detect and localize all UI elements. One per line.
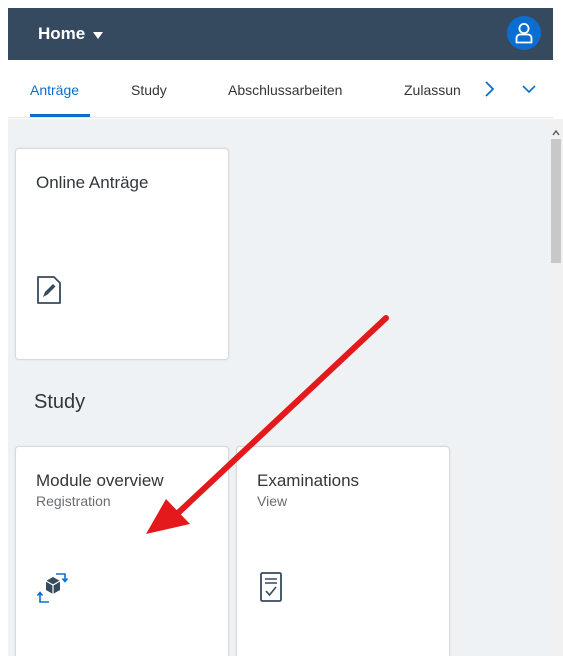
- chevron-down-icon[interactable]: [521, 82, 537, 100]
- module-overview-tile[interactable]: Module overview Registration: [15, 446, 229, 656]
- examinations-tile[interactable]: Examinations View: [236, 446, 450, 656]
- tile-title: Online Anträge: [36, 173, 149, 192]
- anchor-tab-bar: Anträge Study Abschlussarbeiten Zulassun: [8, 60, 553, 118]
- tile-subtitle: View: [257, 493, 288, 509]
- tab-abschlussarbeiten[interactable]: Abschlussarbeiten: [228, 82, 342, 98]
- launchpad-content: Online Anträge Study Module overview Reg…: [8, 119, 549, 656]
- shell-bar: Home: [8, 8, 553, 60]
- tab-zulassung[interactable]: Zulassun: [404, 82, 476, 98]
- chevron-right-icon[interactable]: [484, 79, 496, 104]
- tile-title: Module overview: [36, 471, 164, 490]
- window-frame: Home Anträge Study Abschlussarbeiten Zul…: [0, 0, 563, 656]
- tile-subtitle: Registration: [36, 493, 111, 509]
- user-icon: [515, 23, 533, 44]
- active-tab-indicator: [30, 114, 90, 117]
- vertical-scrollbar[interactable]: [549, 119, 563, 656]
- edit-document-icon: [36, 275, 62, 310]
- tab-antraege[interactable]: Anträge: [30, 82, 79, 98]
- scrollbar-thumb[interactable]: [551, 139, 561, 263]
- group-title-study: Study: [34, 391, 86, 413]
- module-registration-icon: [36, 571, 70, 610]
- user-avatar-button[interactable]: [507, 16, 541, 50]
- home-menu-button[interactable]: Home: [38, 24, 104, 44]
- online-antraege-tile[interactable]: Online Anträge: [15, 148, 229, 360]
- tab-study[interactable]: Study: [131, 82, 167, 98]
- home-title: Home: [38, 24, 86, 43]
- caret-down-icon: [93, 31, 104, 39]
- exam-checklist-icon: [259, 571, 283, 608]
- tile-title: Examinations: [257, 471, 360, 490]
